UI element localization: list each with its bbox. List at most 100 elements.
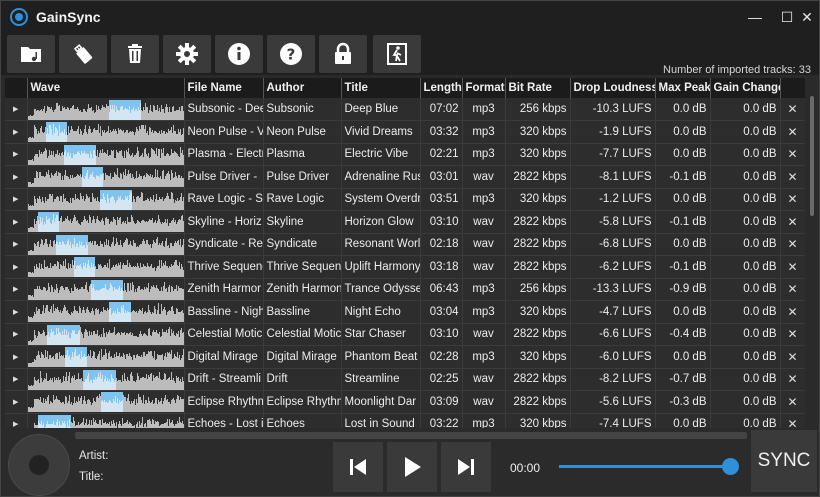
table-row[interactable]: ▶ Neon Pulse - V Neon Pulse Vivid Dreams 03:… bbox=[5, 120, 805, 144]
header-format[interactable]: Format bbox=[462, 78, 506, 98]
scrollbar-thumb[interactable] bbox=[810, 96, 814, 216]
max-peak-cell: 0.0 dB bbox=[655, 345, 711, 369]
settings-button[interactable] bbox=[163, 35, 211, 73]
remove-track-button[interactable]: ✕ bbox=[780, 413, 805, 428]
expand-row-icon[interactable]: ▶ bbox=[5, 210, 28, 234]
remove-track-button[interactable]: ✕ bbox=[780, 188, 805, 211]
header-length[interactable]: Length bbox=[420, 78, 463, 98]
remove-track-button[interactable]: ✕ bbox=[780, 120, 805, 144]
file-name-cell: Bassline - Nigh bbox=[184, 300, 264, 324]
table-row[interactable]: ▶ Bassline - Nigh Bassline Night Echo 03:04 m… bbox=[5, 300, 805, 324]
max-peak-cell: 0.0 dB bbox=[655, 98, 711, 121]
table-row[interactable]: ▶ Plasma - Electr Plasma Electric Vibe 02:21… bbox=[5, 143, 805, 166]
table-row[interactable]: ▶ Thrive Sequenc Thrive Sequenc Uplift Harm… bbox=[5, 255, 805, 279]
table-row[interactable]: ▶ Drift - Streamli Drift Streamline 02:25 wav… bbox=[5, 368, 805, 391]
previous-button[interactable] bbox=[333, 442, 383, 492]
bit-rate-cell: 2822 kbps bbox=[505, 390, 571, 414]
table-row[interactable]: ▶ Subsonic - Dee Subsonic Deep Blue 07:02 mp3… bbox=[5, 98, 805, 121]
music-folder-icon bbox=[21, 47, 41, 62]
remove-track-button[interactable]: ✕ bbox=[780, 323, 805, 346]
remove-track-button[interactable]: ✕ bbox=[780, 255, 805, 279]
album-art-disc-icon bbox=[8, 434, 70, 496]
length-cell: 03:10 bbox=[420, 323, 463, 346]
drop-loudness-cell: -4.7 LUFS bbox=[570, 300, 656, 324]
expand-row-icon[interactable]: ▶ bbox=[5, 390, 28, 414]
info-icon bbox=[228, 43, 250, 65]
expand-row-icon[interactable]: ▶ bbox=[5, 255, 28, 279]
table-row[interactable]: ▶ Echoes - Lost i Echoes Lost in Sound 03:22… bbox=[5, 413, 805, 428]
max-peak-cell: -0.7 dB bbox=[655, 368, 711, 391]
exit-button[interactable] bbox=[373, 35, 421, 73]
table-body: ▶ Subsonic - Dee Subsonic Deep Blue 07:02 mp3… bbox=[5, 98, 805, 428]
format-cell: mp3 bbox=[462, 278, 506, 301]
table-row[interactable]: ▶ Syndicate - Res Syndicate Resonant Worl 02… bbox=[5, 233, 805, 256]
expand-row-icon[interactable]: ▶ bbox=[5, 368, 28, 391]
author-cell: Thrive Sequenc bbox=[263, 255, 342, 279]
table-row[interactable]: ▶ Pulse Driver - Pulse Driver Adrenaline R… bbox=[5, 165, 805, 189]
table-row[interactable]: ▶ Skyline - Horiz Skyline Horizon Glow 03:10… bbox=[5, 210, 805, 234]
sync-button[interactable]: SYNC bbox=[751, 430, 817, 492]
close-button[interactable]: ✕ bbox=[791, 1, 820, 33]
volume-slider-knob[interactable] bbox=[722, 458, 739, 475]
open-folder-button[interactable] bbox=[7, 35, 55, 73]
remove-track-button[interactable]: ✕ bbox=[780, 345, 805, 369]
lock-button[interactable] bbox=[319, 35, 367, 73]
remove-track-button[interactable]: ✕ bbox=[780, 233, 805, 256]
expand-row-icon[interactable]: ▶ bbox=[5, 143, 28, 166]
gain-change-cell: 0.0 dB bbox=[710, 120, 781, 144]
waveform-graphic bbox=[27, 279, 183, 300]
header-file-name[interactable]: File Name bbox=[184, 78, 264, 98]
header-author[interactable]: Author bbox=[263, 78, 342, 98]
remove-track-button[interactable]: ✕ bbox=[780, 278, 805, 301]
waveform-graphic bbox=[27, 144, 183, 165]
title-bar[interactable]: GainSync — ☐ ✕ bbox=[1, 1, 819, 33]
author-cell: Digital Mirage bbox=[263, 345, 342, 369]
lock-icon bbox=[335, 42, 351, 64]
minimize-button[interactable]: — bbox=[739, 1, 771, 33]
expand-row-icon[interactable]: ▶ bbox=[5, 278, 28, 301]
table-scrollbar[interactable] bbox=[807, 78, 817, 428]
play-button[interactable] bbox=[387, 442, 437, 492]
next-button[interactable] bbox=[441, 442, 491, 492]
remove-track-button[interactable]: ✕ bbox=[780, 210, 805, 234]
expand-row-icon[interactable]: ▶ bbox=[5, 120, 28, 144]
expand-row-icon[interactable]: ▶ bbox=[5, 165, 28, 189]
bit-rate-cell: 2822 kbps bbox=[505, 255, 571, 279]
expand-row-icon[interactable]: ▶ bbox=[5, 98, 28, 121]
header-bit-rate[interactable]: Bit Rate bbox=[505, 78, 571, 98]
header-drop-loudness[interactable]: Drop Loudness bbox=[570, 78, 656, 98]
info-button[interactable] bbox=[215, 35, 263, 73]
table-row[interactable]: ▶ Digital Mirage Digital Mirage Phantom Bea… bbox=[5, 345, 805, 369]
volume-slider[interactable] bbox=[559, 465, 733, 468]
table-row[interactable]: ▶ Celestial Motic Celestial Motic Star Chas… bbox=[5, 323, 805, 346]
header-gain-change[interactable]: Gain Change bbox=[710, 78, 781, 98]
expand-row-icon[interactable]: ▶ bbox=[5, 300, 28, 324]
expand-row-icon[interactable]: ▶ bbox=[5, 345, 28, 369]
seek-bar[interactable] bbox=[75, 432, 747, 439]
title-cell: Horizon Glow bbox=[341, 210, 421, 234]
remove-track-button[interactable]: ✕ bbox=[780, 300, 805, 324]
waveform-cell bbox=[27, 120, 185, 144]
expand-row-icon[interactable]: ▶ bbox=[5, 323, 28, 346]
format-cell: mp3 bbox=[462, 345, 506, 369]
expand-row-icon[interactable]: ▶ bbox=[5, 233, 28, 256]
header-title[interactable]: Title bbox=[341, 78, 421, 98]
table-row[interactable]: ▶ Rave Logic - Sy Rave Logic System Overdr 0… bbox=[5, 188, 805, 211]
table-row[interactable]: ▶ Zenith Harmor Zenith Harmon Trance Odysse… bbox=[5, 278, 805, 301]
delete-button[interactable] bbox=[111, 35, 159, 73]
length-cell: 03:10 bbox=[420, 210, 463, 234]
remove-track-button[interactable]: ✕ bbox=[780, 390, 805, 414]
remove-track-button[interactable]: ✕ bbox=[780, 165, 805, 189]
remove-track-button[interactable]: ✕ bbox=[780, 98, 805, 121]
author-cell: Pulse Driver bbox=[263, 165, 342, 189]
remove-track-button[interactable]: ✕ bbox=[780, 368, 805, 391]
table-row[interactable]: ▶ Eclipse Rhythm Eclipse Rhythm Moonlight D… bbox=[5, 390, 805, 414]
header-wave[interactable]: Wave bbox=[27, 78, 185, 98]
usb-drive-button[interactable] bbox=[59, 35, 107, 73]
title-cell: Star Chaser bbox=[341, 323, 421, 346]
help-button[interactable]: ? bbox=[267, 35, 315, 73]
expand-row-icon[interactable]: ▶ bbox=[5, 413, 28, 428]
expand-row-icon[interactable]: ▶ bbox=[5, 188, 28, 211]
remove-track-button[interactable]: ✕ bbox=[780, 143, 805, 166]
header-max-peak[interactable]: Max Peak bbox=[655, 78, 711, 98]
